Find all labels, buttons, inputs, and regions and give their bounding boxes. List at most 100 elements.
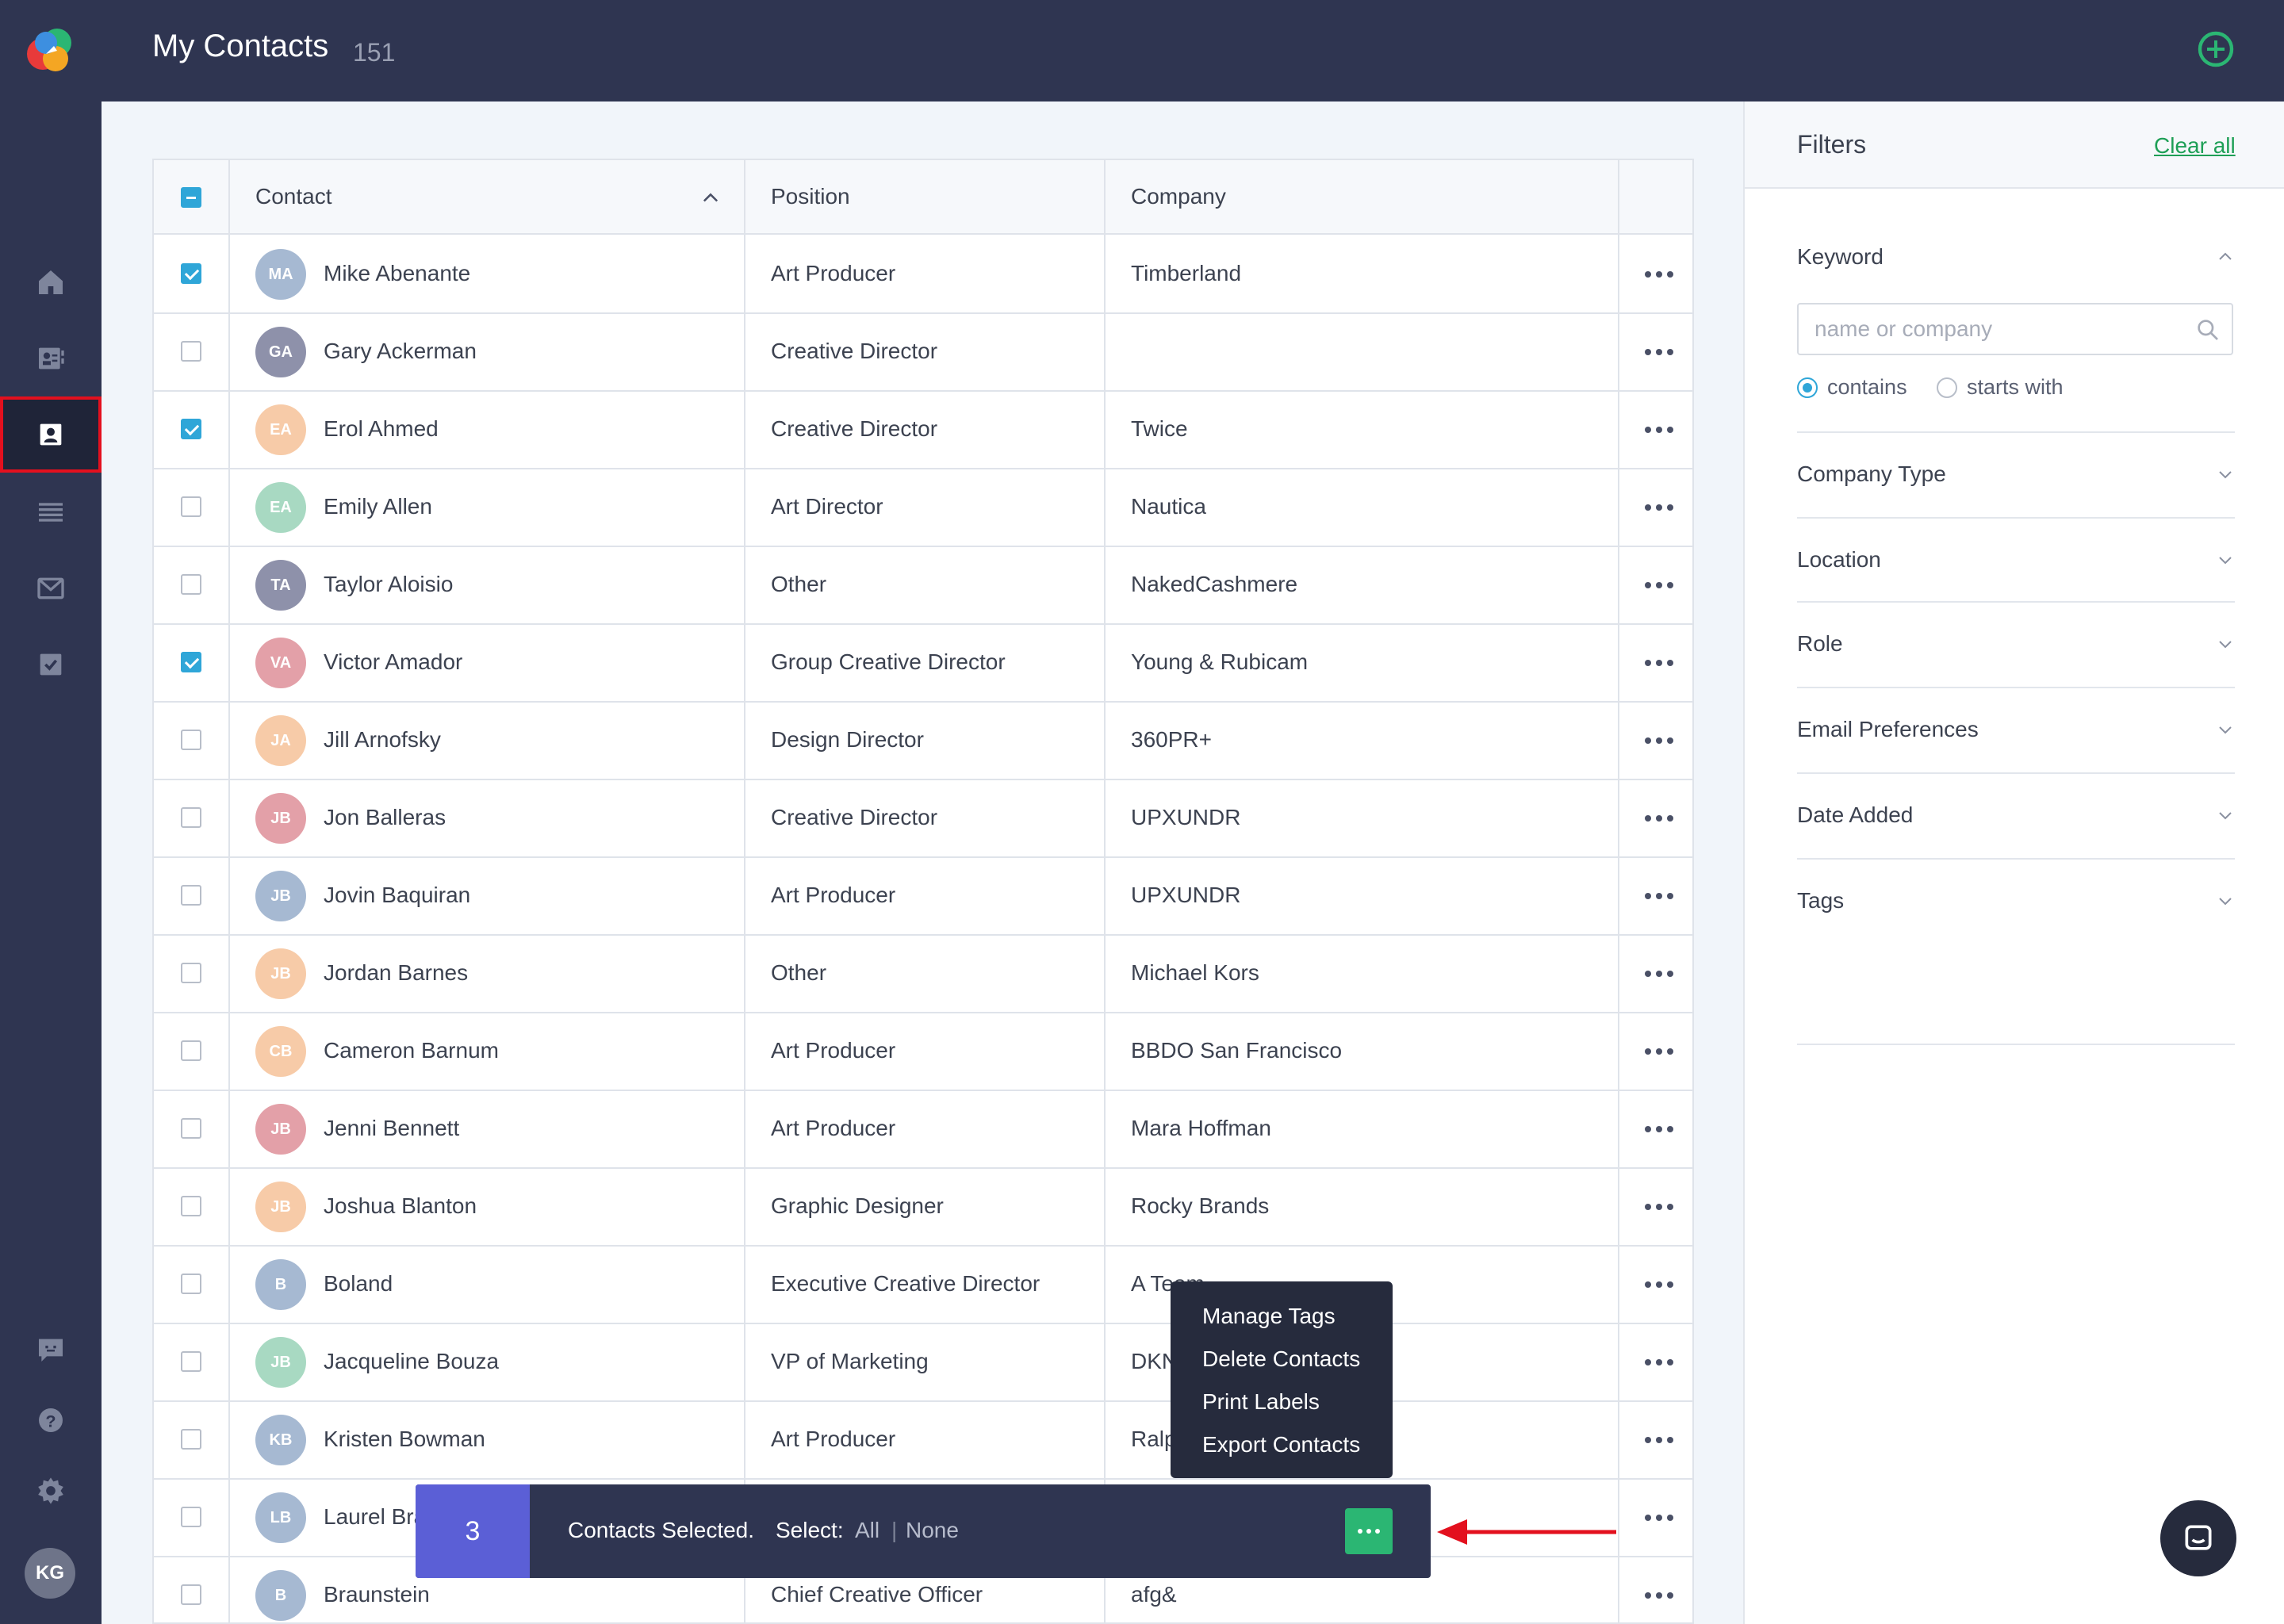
contact-name[interactable]: Jordan Barnes [324,960,468,986]
row-more-icon[interactable] [1645,1281,1673,1289]
bulk-actions-button[interactable] [1345,1508,1393,1554]
user-avatar[interactable]: KG [25,1548,75,1599]
table-row[interactable]: JB Jenni Bennett Art Producer Mara Hoffman [154,1091,1692,1169]
contact-name[interactable]: Jenni Bennett [324,1116,459,1141]
table-row[interactable]: JA Jill Arnofsky Design Director 360PR+ [154,703,1692,780]
row-more-icon[interactable] [1645,815,1673,823]
header-company[interactable]: Company [1131,184,1226,209]
row-more-icon[interactable] [1645,427,1673,435]
row-checkbox[interactable] [181,419,201,439]
table-row[interactable]: B Boland Executive Creative Director A Team [154,1247,1692,1324]
filter-date-added[interactable]: Date Added [1797,772,2235,858]
keyword-search-input[interactable] [1797,303,2233,355]
keyword-label[interactable]: Keyword [1797,244,1884,270]
filter-tags[interactable]: Tags [1797,858,2235,944]
clear-all-link[interactable]: Clear all [2154,133,2236,159]
row-more-icon[interactable] [1645,971,1673,979]
app-logo[interactable] [22,22,79,79]
contact-name[interactable]: Jill Arnofsky [324,727,441,753]
contact-name[interactable]: Gary Ackerman [324,339,477,364]
nav-contacts-book[interactable] [0,320,102,396]
row-checkbox[interactable] [181,1351,201,1372]
contact-name[interactable]: Taylor Aloisio [324,572,453,597]
nav-feedback[interactable] [0,1312,102,1388]
nav-lists[interactable] [0,474,102,550]
radio-contains[interactable] [1797,377,1818,398]
filter-company-type[interactable]: Company Type [1797,431,2235,517]
contact-name[interactable]: Erol Ahmed [324,416,439,442]
table-row[interactable]: JB Jacqueline Bouza VP of Marketing DKNY [154,1324,1692,1402]
row-checkbox[interactable] [181,1118,201,1139]
row-more-icon[interactable] [1645,1437,1673,1445]
row-checkbox[interactable] [181,263,201,284]
select-all-link[interactable]: All [855,1518,879,1543]
row-more-icon[interactable] [1645,504,1673,512]
chat-launcher[interactable] [2160,1500,2236,1576]
row-more-icon[interactable] [1645,1204,1673,1212]
row-checkbox[interactable] [181,1040,201,1061]
row-checkbox[interactable] [181,574,201,595]
nav-help[interactable]: ? [0,1382,102,1458]
nav-mail[interactable] [0,550,102,626]
select-all-checkbox[interactable] [181,187,201,208]
filter-email-preferences[interactable]: Email Preferences [1797,687,2235,772]
table-row[interactable]: JB Joshua Blanton Graphic Designer Rocky Br… [154,1169,1692,1247]
row-checkbox[interactable] [181,807,201,828]
row-more-icon[interactable] [1645,271,1673,279]
row-checkbox[interactable] [181,1507,201,1527]
table-row[interactable]: MA Mike Abenante Art Producer Timberland [154,236,1692,314]
row-more-icon[interactable] [1645,582,1673,590]
contact-name[interactable]: Braunstein [324,1582,430,1607]
add-circle-icon[interactable] [2197,30,2235,68]
row-more-icon[interactable] [1645,1592,1673,1600]
row-checkbox[interactable] [181,652,201,672]
row-more-icon[interactable] [1645,1126,1673,1134]
row-more-icon[interactable] [1645,660,1673,668]
filter-role[interactable]: Role [1797,601,2235,687]
contact-name[interactable]: Jovin Baquiran [324,883,470,908]
radio-starts-with-label[interactable]: starts with [1967,375,2064,400]
row-checkbox[interactable] [181,341,201,362]
filter-location[interactable]: Location [1797,517,2235,603]
contact-name[interactable]: Jacqueline Bouza [324,1349,499,1374]
contact-name[interactable]: Cameron Barnum [324,1038,499,1063]
row-more-icon[interactable] [1645,893,1673,901]
nav-home[interactable] [0,244,102,320]
contact-name[interactable]: Emily Allen [324,494,432,519]
radio-starts-with[interactable] [1937,377,1957,398]
table-row[interactable]: JB Jon Balleras Creative Director UPXUNDR [154,780,1692,858]
row-checkbox[interactable] [181,730,201,750]
nav-contacts[interactable] [0,396,102,473]
row-more-icon[interactable] [1645,1048,1673,1056]
nav-settings[interactable] [0,1453,102,1529]
contact-name[interactable]: Boland [324,1271,393,1297]
contact-name[interactable]: Victor Amador [324,649,462,675]
row-checkbox[interactable] [181,1196,201,1216]
chevron-up-icon[interactable] [2216,247,2235,266]
row-checkbox[interactable] [181,885,201,906]
chevron-up-icon[interactable] [699,187,722,209]
contact-name[interactable]: Kristen Bowman [324,1427,485,1452]
menu-item-export-contacts[interactable]: Export Contacts [1202,1432,1360,1457]
row-more-icon[interactable] [1645,1515,1673,1522]
row-more-icon[interactable] [1645,349,1673,357]
table-row[interactable]: JB Jordan Barnes Other Michael Kors [154,936,1692,1013]
row-checkbox[interactable] [181,496,201,517]
contact-name[interactable]: Mike Abenante [324,261,470,286]
table-row[interactable]: VA Victor Amador Group Creative Director Yo… [154,625,1692,703]
nav-tasks[interactable] [0,626,102,703]
row-checkbox[interactable] [181,1274,201,1294]
select-none-link[interactable]: None [906,1518,959,1543]
table-row[interactable]: CB Cameron Barnum Art Producer BBDO San Fra… [154,1013,1692,1091]
table-row[interactable]: KBKristen BowmanArt ProducerRalph Lauren [154,1402,1692,1480]
menu-item-delete-contacts[interactable]: Delete Contacts [1202,1346,1360,1372]
table-row[interactable]: EA Emily Allen Art Director Nautica [154,469,1692,547]
contact-name[interactable]: Joshua Blanton [324,1193,477,1219]
row-checkbox[interactable] [181,1584,201,1605]
row-checkbox[interactable] [181,963,201,983]
header-contact[interactable]: Contact [255,184,332,209]
row-checkbox[interactable] [181,1429,201,1450]
header-position[interactable]: Position [771,184,850,209]
row-more-icon[interactable] [1645,1359,1673,1367]
radio-contains-label[interactable]: contains [1827,375,1907,400]
